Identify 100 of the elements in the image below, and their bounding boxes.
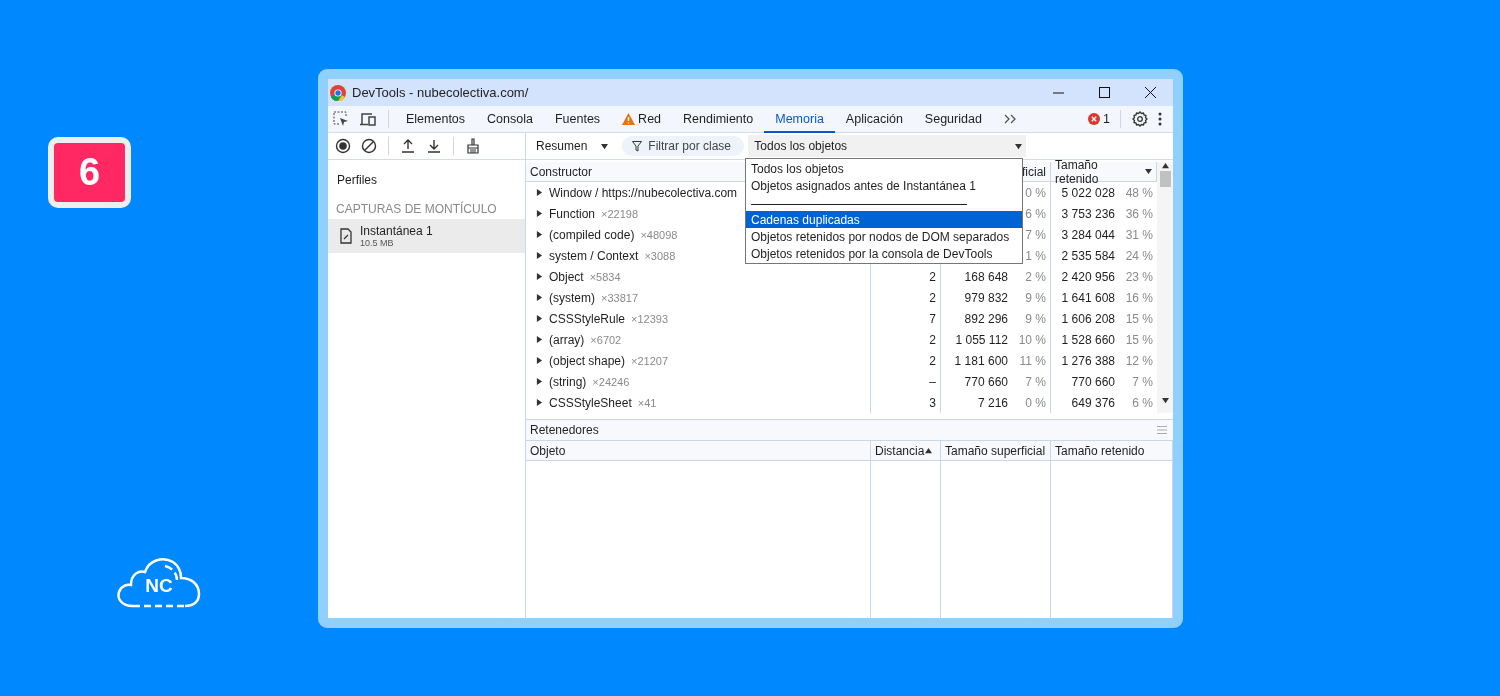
retained-percent: 31 %	[1124, 227, 1153, 242]
constructor-name[interactable]: CSSStyleRule ×12393	[549, 311, 669, 326]
shallow-percent: 0 %	[1024, 395, 1046, 410]
instance-count: ×24246	[592, 375, 630, 388]
caret-icon	[601, 142, 609, 150]
constructor-name[interactable]: Window / https://nubecolectiva.com	[549, 185, 738, 200]
snapshot-item[interactable]: Instantánea 1 10.5 MB	[328, 219, 525, 253]
menu-option[interactable]: Objetos retenidos por la consola de DevTools	[746, 245, 1022, 262]
distance-value: 7	[929, 311, 936, 326]
shallow-size: 1 181 600	[954, 353, 1008, 368]
clear-icon[interactable]	[361, 138, 377, 154]
menu-icon[interactable]	[1158, 112, 1162, 126]
constructor-name[interactable]: (system) ×33817	[549, 290, 638, 305]
view-select[interactable]: Resumen	[528, 135, 617, 157]
panel-tab[interactable]: Consola	[476, 106, 544, 133]
column-header[interactable]: Distancia	[871, 441, 941, 461]
scrollbar[interactable]	[1157, 162, 1173, 413]
menu-option[interactable]: Cadenas duplicadas	[746, 211, 1022, 228]
instance-count: ×12393	[631, 312, 669, 325]
distance-value: 3	[929, 395, 936, 410]
constructor-name[interactable]: system / Context ×3088	[549, 248, 676, 263]
expand-icon	[536, 189, 543, 196]
expand-icon	[536, 336, 543, 343]
instance-count: ×3088	[644, 249, 676, 262]
shallow-size: 168 648	[964, 269, 1008, 284]
retained-size: 3 753 236	[1061, 206, 1115, 221]
shallow-percent: 9 %	[1024, 311, 1046, 326]
retained-percent: 15 %	[1124, 311, 1153, 326]
retained-percent: 15 %	[1124, 332, 1153, 347]
retained-size: 3 284 044	[1061, 227, 1115, 242]
drag-handle-icon[interactable]	[1157, 426, 1167, 434]
shallow-percent: 2 %	[1024, 269, 1046, 284]
scroll-up-icon	[1161, 162, 1169, 169]
panel-tab[interactable]: Red	[611, 106, 673, 133]
device-icon[interactable]	[359, 111, 377, 127]
distance-value: 2	[929, 332, 936, 347]
scroll-thumb[interactable]	[1159, 171, 1171, 187]
scope-select[interactable]: Todos los objetos	[748, 135, 1027, 157]
expand-icon	[536, 294, 543, 301]
error-count[interactable]: 1	[1103, 112, 1110, 126]
retained-percent: 36 %	[1124, 206, 1153, 221]
column-header[interactable]: Tamaño retenido	[1051, 441, 1173, 461]
distance-value: 2	[929, 290, 936, 305]
maximize-icon[interactable]	[1098, 87, 1110, 98]
constructor-name[interactable]: Object ×5834	[549, 269, 621, 284]
close-icon[interactable]	[1144, 87, 1156, 98]
upload-icon[interactable]	[400, 138, 416, 154]
retained-size: 649 376	[1071, 395, 1115, 410]
shallow-size: 892 296	[964, 311, 1008, 326]
panel-tab[interactable]: Rendimiento	[672, 106, 765, 133]
expand-icon	[536, 357, 543, 364]
panel-tab[interactable]: Fuentes	[543, 106, 612, 133]
section-title: CAPTURAS DE MONTÍCULO	[336, 202, 498, 216]
retained-size: 1 528 660	[1061, 332, 1115, 347]
expand-icon	[536, 399, 543, 406]
shallow-percent: 9 %	[1024, 290, 1046, 305]
panel-tab[interactable]: Seguridad	[913, 106, 993, 133]
instance-count: ×33817	[601, 291, 638, 304]
menu-option[interactable]: Objetos retenidos por nodos de DOM separados	[746, 228, 1022, 245]
column-header[interactable]: Objeto	[526, 441, 871, 461]
shallow-percent: 10 %	[1017, 332, 1046, 347]
constructor-name[interactable]: Function ×22198	[549, 206, 639, 221]
constructor-name[interactable]: CSSStyleSheet ×41	[549, 395, 657, 410]
inspect-icon[interactable]	[333, 111, 349, 127]
filter-field[interactable]: Filtrar por clase	[622, 136, 745, 156]
panel-tab[interactable]: Elementos	[395, 106, 477, 133]
retained-percent: 12 %	[1124, 353, 1153, 368]
retained-size: 5 022 028	[1061, 185, 1115, 200]
expand-icon	[536, 210, 543, 217]
shallow-size: 770 660	[964, 374, 1008, 389]
constructor-name[interactable]: (compiled code) ×48098	[549, 227, 678, 242]
constructor-name[interactable]: (string) ×24246	[549, 374, 630, 389]
instance-count: ×48098	[640, 228, 678, 241]
column-header[interactable]: Tamaño superficial	[941, 441, 1051, 461]
instance-count: ×5834	[589, 270, 621, 283]
constructor-name[interactable]: (object shape) ×21207	[549, 353, 669, 368]
retained-size: 2 420 956	[1061, 269, 1115, 284]
column-header[interactable]: Tamaño retenido	[1051, 162, 1157, 182]
retained-size: 770 660	[1071, 374, 1115, 389]
retained-size: 1 606 208	[1061, 311, 1115, 326]
retained-percent: 48 %	[1124, 185, 1153, 200]
settings-icon[interactable]	[1132, 111, 1148, 127]
scroll-down-icon	[1161, 397, 1169, 404]
broom-icon[interactable]	[465, 138, 481, 154]
file-icon	[340, 228, 352, 244]
expand-icon	[536, 273, 543, 280]
constructor-name[interactable]: (array) ×6702	[549, 332, 622, 347]
more-tabs-icon[interactable]	[1003, 114, 1018, 124]
panel-tab[interactable]: Aplicación	[834, 106, 914, 133]
retained-percent: 24 %	[1124, 248, 1153, 263]
instance-count: ×22198	[601, 207, 639, 220]
expand-icon	[536, 231, 543, 238]
shallow-size: 979 832	[964, 290, 1008, 305]
retained-percent: 7 %	[1131, 374, 1153, 389]
download-icon[interactable]	[426, 138, 442, 154]
instance-count: ×21207	[631, 354, 669, 367]
record-icon[interactable]	[335, 138, 351, 154]
instance-count: ×41	[637, 396, 657, 409]
shallow-percent: 11 %	[1018, 353, 1046, 368]
expand-icon	[536, 252, 543, 259]
